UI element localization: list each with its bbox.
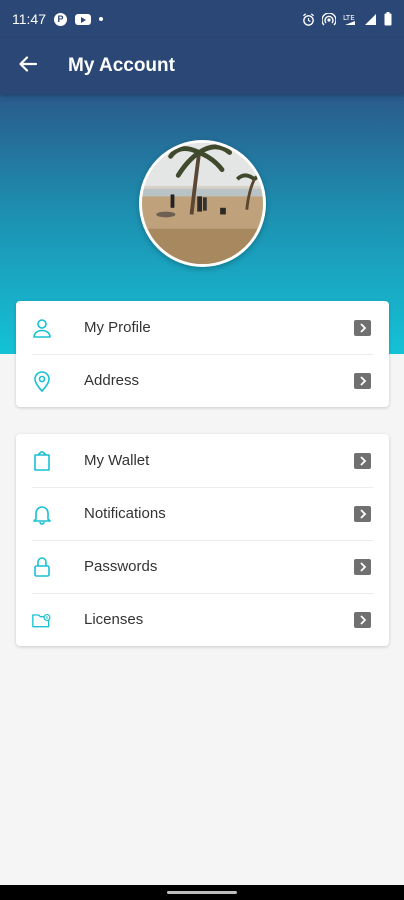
menu-item-label: My Profile xyxy=(84,319,151,336)
chevron-right-icon xyxy=(354,452,371,469)
status-bar: 11:47 P LTE xyxy=(0,0,404,38)
account-card-settings: My Wallet Notifications Passwords Licens… xyxy=(16,434,389,646)
chevron-right-icon xyxy=(354,372,371,389)
lte-signal-icon: LTE xyxy=(343,13,357,26)
lock-icon xyxy=(32,556,52,578)
dot-icon xyxy=(99,17,103,21)
chevron-right-icon xyxy=(354,611,371,628)
avatar[interactable] xyxy=(139,140,266,267)
battery-icon xyxy=(384,12,392,26)
youtube-icon xyxy=(75,13,91,25)
app-icon: P xyxy=(54,12,67,26)
menu-item-label: Licenses xyxy=(84,611,144,628)
chevron-right-icon xyxy=(354,319,371,336)
hotspot-icon xyxy=(322,12,336,26)
arrow-left-icon xyxy=(19,55,38,77)
chevron-right-icon xyxy=(354,558,371,575)
page-title: My Account xyxy=(68,55,175,76)
system-nav-bar xyxy=(0,885,404,900)
beach-photo xyxy=(142,143,263,264)
bell-icon xyxy=(32,503,52,525)
menu-item-label: Notifications xyxy=(84,505,166,522)
home-gesture-handle[interactable] xyxy=(167,891,237,894)
alarm-icon xyxy=(302,12,315,26)
signal-icon xyxy=(364,13,377,26)
wallet-icon xyxy=(32,450,52,472)
menu-item-my-wallet[interactable]: My Wallet xyxy=(16,434,389,487)
menu-item-address[interactable]: Address xyxy=(16,354,389,407)
menu-item-label: Passwords xyxy=(84,558,158,575)
menu-item-label: Address xyxy=(84,372,140,389)
menu-item-passwords[interactable]: Passwords xyxy=(16,540,389,593)
location-pin-icon xyxy=(32,370,52,392)
status-time: 11:47 xyxy=(12,11,46,27)
person-icon xyxy=(32,317,52,339)
svg-text:LTE: LTE xyxy=(343,14,355,22)
menu-item-label: My Wallet xyxy=(84,452,150,469)
back-button[interactable] xyxy=(0,38,56,94)
menu-item-my-profile[interactable]: My Profile xyxy=(16,301,389,354)
menu-item-notifications[interactable]: Notifications xyxy=(16,487,389,540)
account-card-personal: My Profile Address xyxy=(16,301,389,407)
license-folder-icon xyxy=(32,609,52,631)
menu-item-licenses[interactable]: Licenses xyxy=(16,593,389,646)
app-bar: My Account xyxy=(0,38,404,94)
chevron-right-icon xyxy=(354,505,371,522)
